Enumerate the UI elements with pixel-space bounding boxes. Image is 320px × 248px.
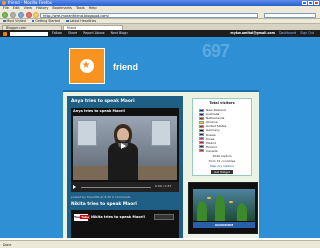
- user-email: mykw.amitai@gmail.com: [230, 31, 275, 35]
- back-icon[interactable]: [2, 12, 8, 18]
- map-visitors-link[interactable]: Map my visitors: [193, 164, 251, 168]
- navigation-toolbar: http://wre-moranfriend.blogspot.com/: [0, 11, 320, 19]
- video-player[interactable]: Anya tries to speak Maori! 0:00 / 0:57: [71, 108, 179, 192]
- seek-bar[interactable]: [81, 186, 151, 188]
- flag-icon: [199, 133, 204, 137]
- bookmark-most-visited[interactable]: Most Visited: [3, 19, 26, 23]
- youtube-logo-icon: YouTube: [74, 214, 91, 221]
- stop-icon[interactable]: [26, 12, 32, 18]
- aquarium-scene: [193, 189, 255, 221]
- blog-search-input[interactable]: [10, 31, 48, 36]
- country-list: New Zealand Australia Netherlands Ukraine Un…: [199, 108, 251, 153]
- next-blog-link[interactable]: Next Blog»: [111, 30, 128, 37]
- visitor-widget-title: Total visitors: [209, 101, 235, 105]
- flag-icon: [199, 120, 204, 124]
- flag-icon: [199, 124, 204, 128]
- video-time: 0:00 / 0:57: [155, 184, 172, 188]
- video-menu-button[interactable]: [154, 214, 174, 220]
- window-graphic: [151, 120, 171, 146]
- blog-title[interactable]: friend: [113, 62, 138, 72]
- status-bar: Done: [0, 240, 320, 248]
- small-play-icon[interactable]: [73, 185, 76, 189]
- plant-graphic: [237, 203, 247, 221]
- posts-column: Anya tries to speak Maori Anya tries to …: [67, 96, 183, 238]
- minimize-button[interactable]: [302, 1, 307, 5]
- star-icon: ★: [81, 60, 91, 71]
- fish-icon: [229, 201, 233, 203]
- aquarium-widget[interactable]: AQUARIUM: [188, 182, 258, 234]
- flag-icon: [199, 108, 204, 112]
- blogger-logo-icon[interactable]: [3, 31, 7, 36]
- post-title[interactable]: Anya tries to speak Maori: [71, 99, 135, 104]
- bookmark-latest-headlines[interactable]: Latest Headlines: [66, 19, 97, 23]
- share-link[interactable]: Share: [68, 30, 77, 37]
- firefox-icon: [2, 1, 6, 5]
- sign-out-link[interactable]: Sign Out: [300, 30, 314, 37]
- sidebar: Total visitors New Zealand Australia Nethe…: [188, 96, 258, 238]
- post-footer: posted by friend09 at 9:30 0 comments: [71, 195, 131, 199]
- home-icon[interactable]: [33, 12, 39, 18]
- video-title[interactable]: Nikita tries to speak Maori!: [91, 215, 145, 219]
- window-title: friend - Mozilla Firefox: [8, 0, 52, 5]
- search-input[interactable]: [264, 12, 316, 18]
- flag-icon: [199, 141, 204, 145]
- flag-icon: [199, 145, 204, 149]
- blog-logo[interactable]: ★: [69, 48, 105, 84]
- country-item: Canada: [199, 149, 251, 153]
- video-controls: 0:00 / 0:57: [71, 182, 179, 192]
- flag-icon: [199, 137, 204, 141]
- maximize-button[interactable]: [308, 1, 313, 5]
- country-name: Canada: [206, 148, 218, 153]
- flag-icon: [199, 112, 204, 116]
- blog-header: 697 ★ friend: [63, 41, 259, 91]
- fish-icon: [207, 197, 211, 199]
- video-player[interactable]: YouTube Nikita tries to speak Maori!: [71, 210, 179, 238]
- forward-icon[interactable]: [10, 12, 16, 18]
- plant-graphic: [215, 195, 225, 221]
- flag-icon: [199, 129, 204, 133]
- blogger-navbar: Follow Share Report Abuse Next Blog» myk…: [0, 30, 320, 37]
- flag-icon: [199, 116, 204, 120]
- bookmark-getting-started[interactable]: Getting Started: [32, 19, 60, 23]
- visitor-total: 1049 visitors: [212, 154, 232, 159]
- flag-icon: [199, 149, 204, 153]
- follow-link[interactable]: Follow: [52, 30, 62, 37]
- get-widget-button[interactable]: Get Widget: [211, 170, 233, 175]
- close-button[interactable]: [314, 1, 319, 5]
- dashboard-link[interactable]: Dashboard: [279, 30, 296, 37]
- address-bar[interactable]: http://wre-moranfriend.blogspot.com/: [40, 12, 258, 18]
- plant-graphic: [197, 201, 207, 221]
- post-title[interactable]: Nikita tries to speak Maori: [71, 202, 137, 207]
- report-abuse-link[interactable]: Report Abuse: [83, 30, 104, 37]
- window-graphic: [77, 120, 97, 146]
- video-title[interactable]: Anya tries to speak Maori!: [73, 109, 125, 113]
- aquarium-caption: AQUARIUM: [193, 222, 255, 228]
- reload-icon[interactable]: [18, 12, 24, 18]
- visitor-countries: from 31 countries: [208, 159, 236, 164]
- play-icon[interactable]: [115, 140, 131, 152]
- window-controls: [302, 1, 319, 5]
- header-ghost-number: 697: [201, 41, 230, 61]
- visitor-widget: Total visitors New Zealand Australia Nethe…: [192, 98, 252, 176]
